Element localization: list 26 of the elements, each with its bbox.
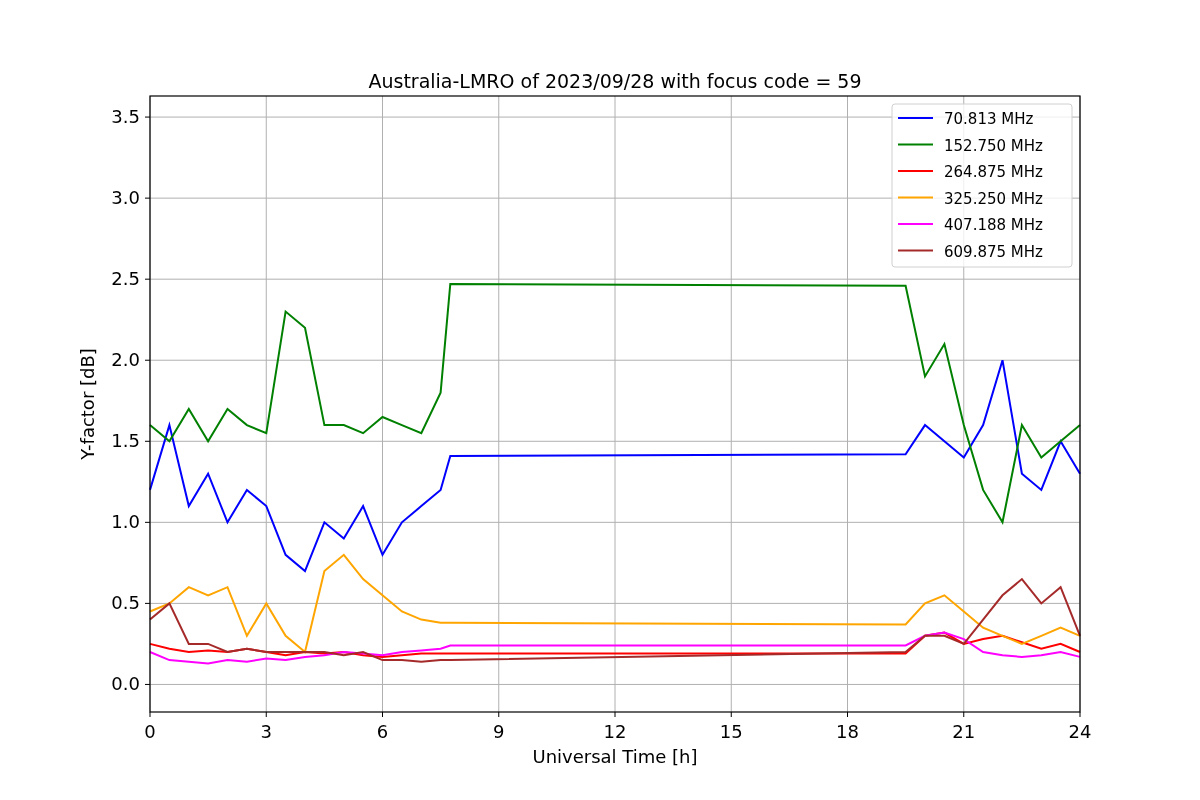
x-tick-label: 24 (1068, 721, 1092, 742)
x-axis-label: Universal Time [h] (532, 746, 698, 767)
x-tick-label: 21 (952, 721, 976, 742)
chart-title: Australia-LMRO of 2023/09/28 with focus code = 59 (368, 70, 862, 92)
x-tick-label: 6 (376, 721, 389, 742)
y-tick-label: 1.0 (111, 511, 140, 533)
y-tick-label: 1.5 (111, 430, 140, 452)
x-tick-label: 12 (603, 721, 627, 742)
y-tick-label: 2.5 (111, 268, 140, 290)
x-tick-label: 0 (144, 721, 156, 742)
x-tick-label: 18 (836, 721, 859, 742)
x-tick-label: 9 (493, 721, 505, 742)
y-tick-label: 3.5 (111, 106, 140, 128)
legend-label: 264.875 MHz (944, 163, 1043, 181)
legend-label: 70.813 MHz (944, 110, 1034, 128)
y-tick-label: 3.0 (111, 187, 140, 209)
legend-label: 407.188 MHz (944, 216, 1043, 234)
y-tick-label: 0.0 (111, 673, 140, 695)
legend-label: 325.250 MHz (944, 189, 1043, 208)
y-tick-label: 2.0 (111, 349, 140, 371)
x-tick-label: 3 (260, 721, 272, 742)
legend-label: 609.875 MHz (944, 242, 1043, 261)
y-axis-label: Y-factor [dB] (77, 348, 98, 460)
legend-label: 152.750 MHz (944, 136, 1043, 155)
x-tick-label: 15 (719, 721, 743, 742)
y-tick-label: 0.5 (111, 592, 140, 614)
